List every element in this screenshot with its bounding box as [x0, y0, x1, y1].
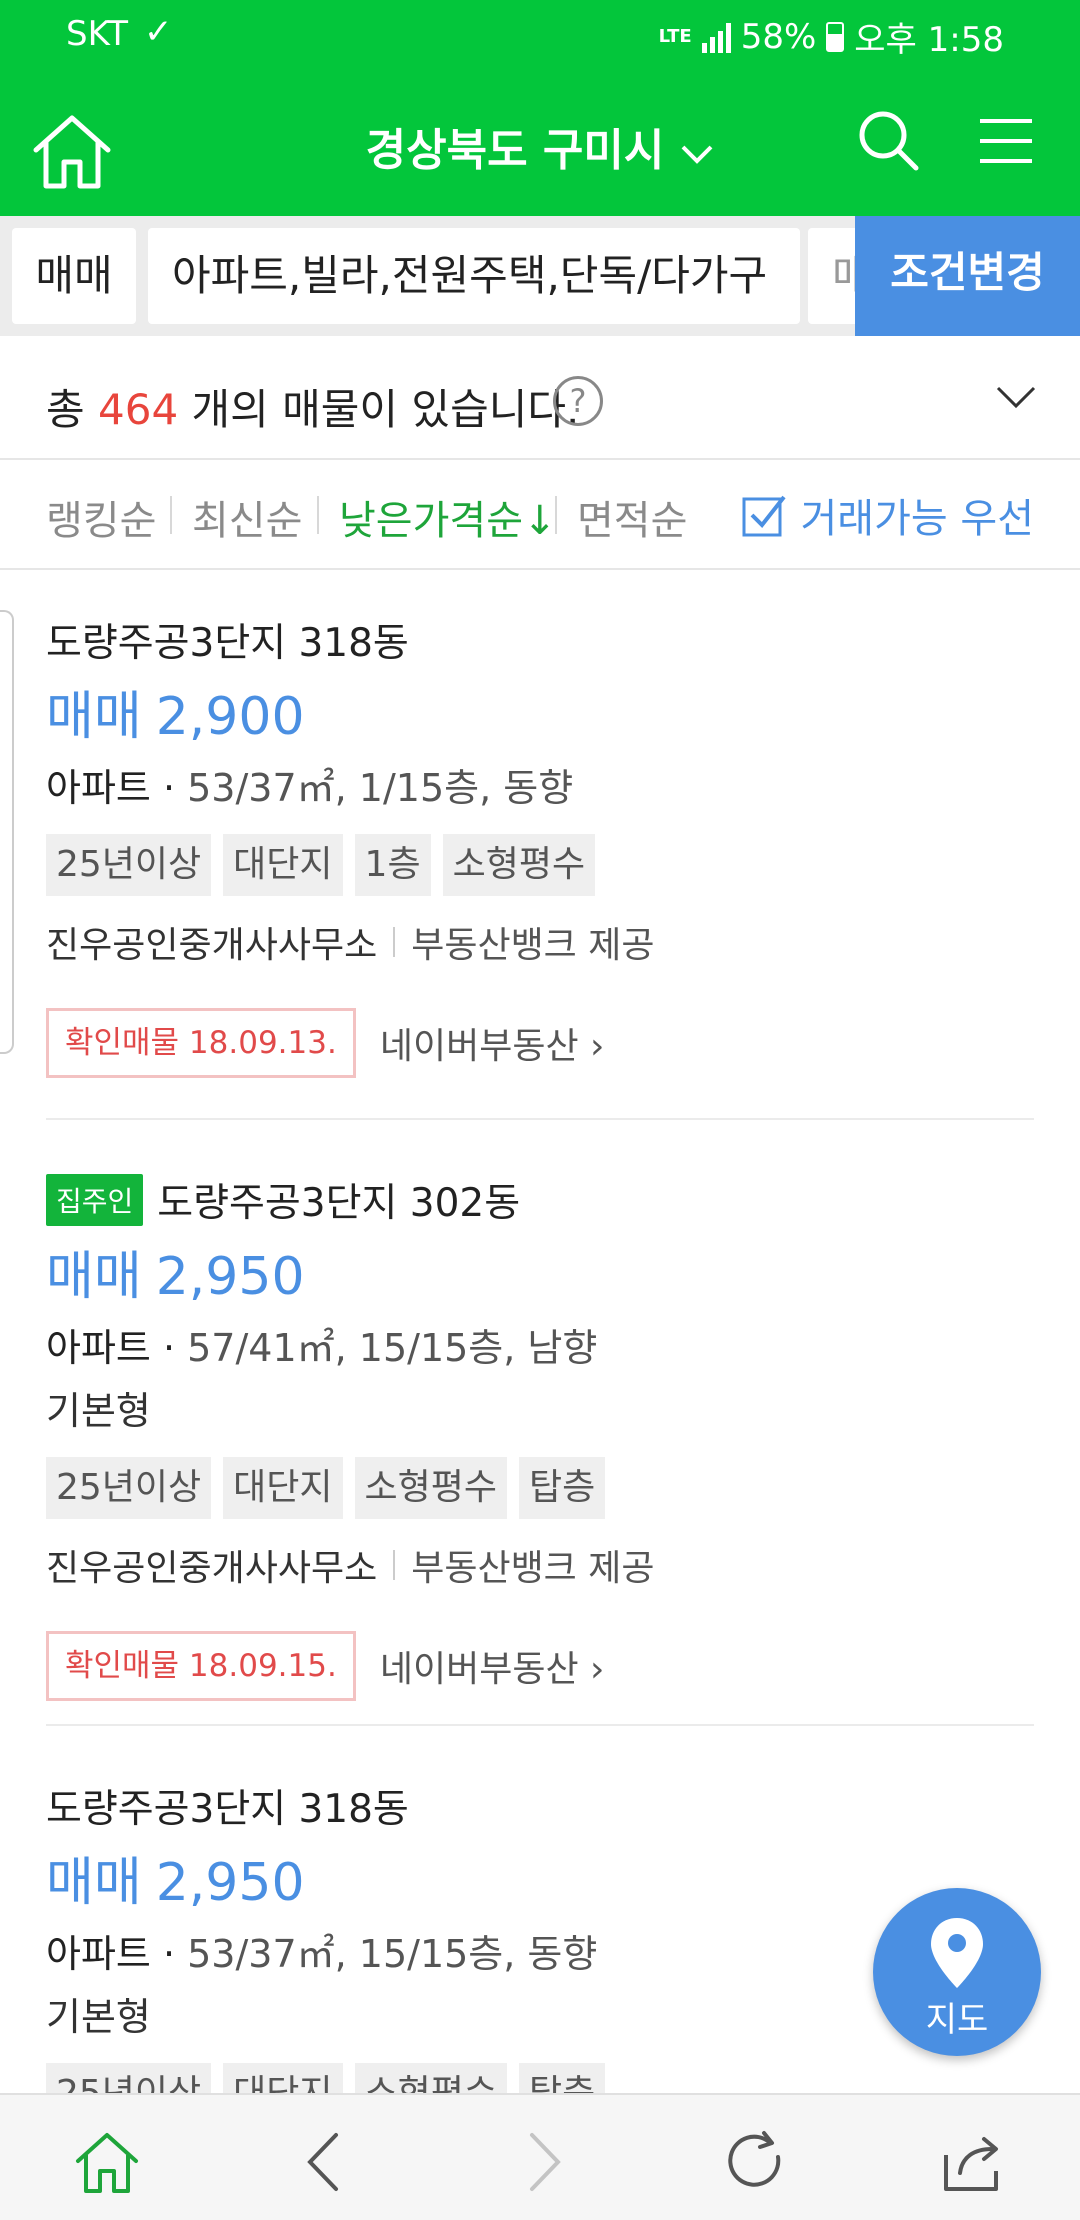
sort-ranking[interactable]: 랭킹순: [46, 488, 156, 546]
price-value: 2,950: [155, 1853, 305, 1913]
refresh-icon[interactable]: [720, 2127, 790, 2197]
forward-icon[interactable]: [508, 2127, 578, 2197]
tag: 대단지: [223, 1457, 343, 1519]
verified-badge: 확인매물 18.09.13.: [46, 1008, 356, 1078]
listing-title-row: 집주인 도량주공3단지 302동: [46, 1172, 1034, 1228]
count-suffix: 개의 매물이 있습니다.: [178, 385, 580, 434]
network-label: LTE: [658, 25, 692, 47]
divider: [46, 1118, 1034, 1120]
list-item[interactable]: 도량주공3단지 318동 매매 2,900 아파트 · 53/37㎡, 1/15층…: [46, 612, 1034, 1078]
checkbox-checked-icon: [742, 495, 787, 537]
drawer-handle[interactable]: [0, 610, 14, 1054]
tag: 탑층: [519, 1457, 606, 1519]
property-type: 아파트 ·: [46, 1326, 176, 1370]
filter-bar: 매매 아파트,빌라,전원주택,단독/다가구 매 조건변경: [0, 216, 1080, 336]
menu-icon[interactable]: [978, 118, 1034, 164]
sort-area[interactable]: 면적순: [577, 488, 687, 546]
tag: 1층: [354, 834, 431, 896]
browser-bottom-bar: [0, 2093, 1080, 2220]
owner-badge: 집주인: [46, 1174, 144, 1226]
map-button[interactable]: 지도: [873, 1888, 1041, 2056]
sort-lowest-price[interactable]: 낮은가격순↓: [339, 488, 557, 546]
tag: 대단지: [223, 834, 343, 896]
tradable-first-toggle[interactable]: 거래가능 우선: [742, 486, 1034, 544]
divider: [46, 1724, 1034, 1726]
app-header: SKT ✓ LTE 58% 오후 1:58 경상북도 구미시: [0, 0, 1080, 216]
listing-price: 매매 2,900: [46, 674, 1034, 749]
agent-name: 진우공인중개사사무소: [46, 925, 378, 966]
provider: 부동산뱅크 제공: [411, 1548, 655, 1589]
listing-subtype: 기본형: [46, 1389, 151, 1433]
map-pin-icon: [931, 1918, 983, 1988]
price-value: 2,900: [155, 687, 305, 747]
listing-footer: 확인매물 18.09.13. 네이버부동산 ›: [46, 1008, 1034, 1078]
tradable-first-label: 거래가능 우선: [800, 496, 1034, 542]
tag-list: 25년이상 대단지 소형평수 탑층: [46, 1457, 1034, 1519]
listing-title: 도량주공3단지 318동: [46, 621, 409, 666]
provider: 부동산뱅크 제공: [411, 925, 655, 966]
signal-icon: [701, 21, 731, 53]
property-details: 57/41㎡, 15/15층, 남향: [175, 1326, 598, 1370]
agent-divider: [393, 927, 396, 957]
price-type: 매매: [46, 687, 142, 747]
check-icon: ✓: [144, 12, 173, 52]
map-button-label: 지도: [925, 2000, 989, 2040]
agent-name: 진우공인중개사사무소: [46, 1548, 378, 1589]
property-type-filter[interactable]: 아파트,빌라,전원주택,단독/다가구: [148, 228, 800, 324]
verified-badge: 확인매물 18.09.15.: [46, 1631, 356, 1701]
tag-list: 25년이상 대단지 1층 소형평수: [46, 834, 1034, 896]
change-conditions-button[interactable]: 조건변경: [855, 216, 1080, 336]
home-icon[interactable]: [72, 2127, 142, 2197]
sort-divider: [555, 496, 557, 534]
result-summary[interactable]: 총 464 개의 매물이 있습니다. ?: [0, 336, 1080, 460]
property-details: 53/37㎡, 15/15층, 동향: [175, 1932, 598, 1976]
listing-footer: 확인매물 18.09.15. 네이버부동산 ›: [46, 1631, 1034, 1701]
listing-title: 도량주공3단지 302동: [157, 1181, 521, 1226]
clock: 오후 1:58: [854, 20, 1004, 60]
property-details: 53/37㎡, 1/15층, 동향: [175, 766, 574, 810]
status-indicators: LTE 58% 오후 1:58: [659, 12, 1004, 61]
tag: 25년이상: [46, 834, 212, 896]
listing-price: 매매 2,950: [46, 1234, 1034, 1309]
price-type: 매매: [46, 1247, 142, 1307]
list-item[interactable]: 집주인 도량주공3단지 302동 매매 2,950 아파트 · 57/41㎡, 15…: [46, 1172, 1034, 1701]
battery-percent: 58%: [740, 16, 817, 57]
page-title: 경상북도 구미시: [365, 125, 665, 176]
result-count: 464: [98, 385, 179, 434]
listing-price: 매매 2,950: [46, 1840, 1034, 1915]
back-icon[interactable]: [290, 2127, 360, 2197]
property-type: 아파트 ·: [46, 1932, 176, 1976]
chevron-down-icon[interactable]: [996, 382, 1036, 412]
price-value: 2,950: [155, 1247, 305, 1307]
sort-latest[interactable]: 최신순: [192, 488, 302, 546]
price-type: 매매: [46, 1853, 142, 1913]
listing-spec: 아파트 · 57/41㎡, 15/15층, 남향: [46, 1317, 1034, 1372]
battery-icon: [826, 21, 845, 52]
listing-spec: 아파트 · 53/37㎡, 1/15층, 동향: [46, 757, 1034, 812]
share-icon[interactable]: [938, 2127, 1008, 2197]
status-bar: SKT ✓ LTE 58% 오후 1:58: [0, 0, 1080, 70]
tag: 25년이상: [46, 1457, 212, 1519]
count-prefix: 총: [46, 385, 98, 434]
agent-info: 진우공인중개사사무소 부동산뱅크 제공: [46, 916, 1034, 968]
tag: 소형평수: [354, 1457, 508, 1519]
agent-divider: [393, 1550, 396, 1580]
sort-divider: [170, 496, 172, 534]
title-bar: 경상북도 구미시: [0, 72, 1080, 216]
result-count-text: 총 464 개의 매물이 있습니다.: [46, 376, 579, 437]
carrier-label: SKT: [66, 14, 129, 54]
listing-title: 도량주공3단지 318동: [46, 1787, 409, 1832]
naver-link[interactable]: 네이버부동산 ›: [380, 1640, 605, 1692]
trade-type-filter[interactable]: 매매: [12, 228, 136, 324]
chevron-down-icon: [680, 125, 714, 176]
property-type: 아파트 ·: [46, 766, 176, 810]
sort-bar: 랭킹순 최신순 낮은가격순↓ 면적순 거래가능 우선: [0, 460, 1080, 570]
search-icon[interactable]: [856, 108, 920, 172]
tag: 소형평수: [442, 834, 596, 896]
sort-divider: [317, 496, 319, 534]
naver-link[interactable]: 네이버부동산 ›: [380, 1017, 605, 1069]
agent-info: 진우공인중개사사무소 부동산뱅크 제공: [46, 1539, 1034, 1591]
help-icon[interactable]: ?: [553, 376, 603, 426]
